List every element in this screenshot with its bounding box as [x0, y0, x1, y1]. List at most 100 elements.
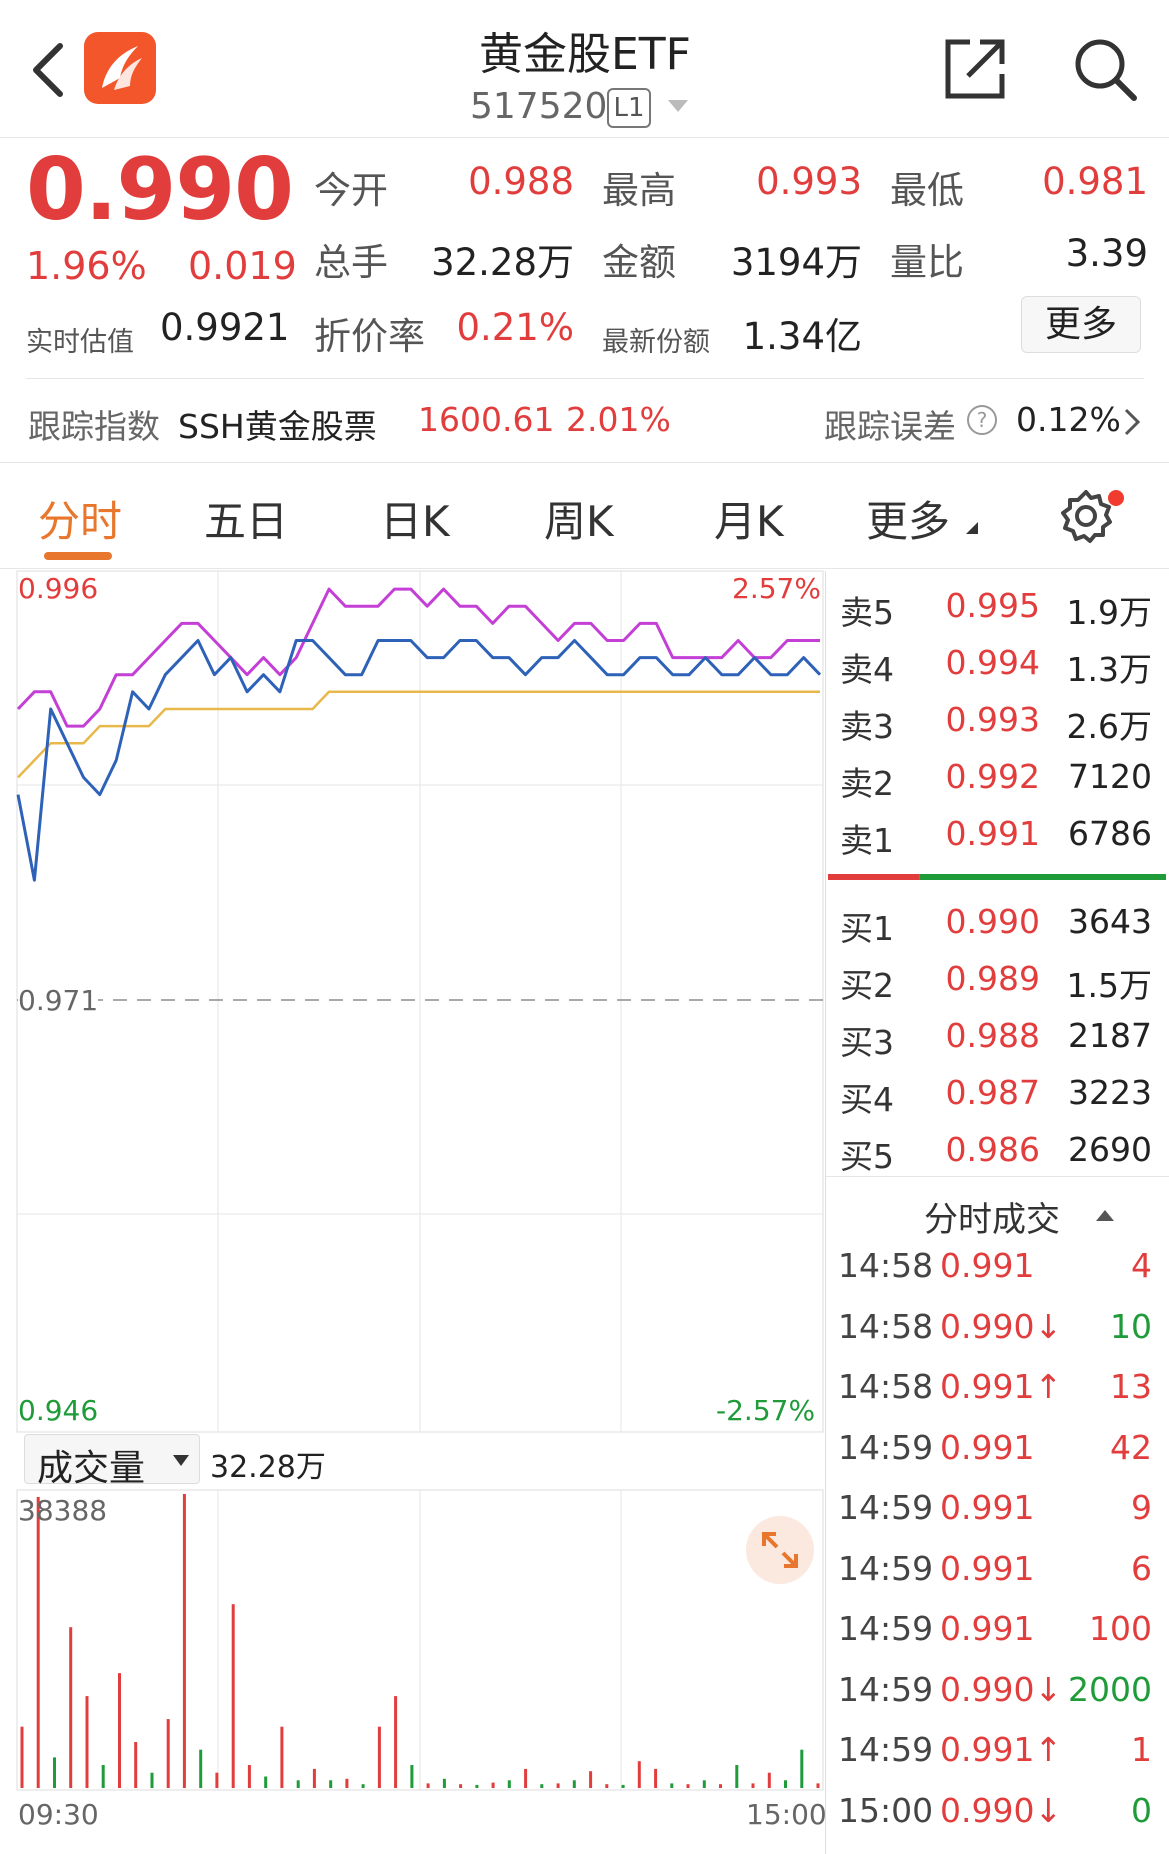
ask-level-label: 卖5 [840, 593, 894, 632]
indicator-dropdown[interactable]: 成交量 [24, 1434, 200, 1489]
expand-icon[interactable] [746, 1516, 814, 1584]
y-axis-top-label: 0.996 [18, 572, 99, 605]
average-series-line [17, 690, 820, 779]
volume-bar [556, 1783, 560, 1788]
low-label: 最低 [890, 169, 964, 212]
ask-level-label: 卖1 [840, 821, 894, 860]
volume-bar [215, 1772, 219, 1788]
stock-code: 517520 [470, 86, 608, 127]
tab-more[interactable]: 更多 [866, 488, 950, 549]
level-badge[interactable]: L1 [607, 88, 651, 128]
volume-bar [719, 1784, 722, 1788]
x-axis-start-label: 09:30 [18, 1798, 99, 1831]
trade-time: 14:58 [838, 1306, 934, 1346]
volume-bar [199, 1749, 203, 1788]
volume-ratio-label: 量比 [890, 241, 964, 284]
tracking-error-value[interactable]: 0.12% [1016, 400, 1121, 439]
trades-title[interactable]: 分时成交 [924, 1192, 1060, 1241]
tab-five-day[interactable]: 五日 [204, 488, 288, 549]
svg-text:?: ? [977, 408, 988, 432]
back-arrow-icon[interactable] [22, 38, 76, 102]
volume-bar [735, 1765, 739, 1788]
bid-volume: 2690 [1068, 1130, 1152, 1169]
bid-level-label: 买2 [840, 966, 894, 1005]
trade-volume: 6 [1131, 1548, 1152, 1588]
volume-bar [459, 1784, 463, 1788]
tab-monthly-k[interactable]: 月K [714, 488, 784, 549]
volume-bar [475, 1784, 479, 1788]
tracking-error-label: 跟踪误差 [824, 407, 956, 446]
volume-bar [118, 1673, 121, 1788]
volume-bar [166, 1719, 170, 1788]
divider [0, 462, 1169, 463]
volume-bar [654, 1768, 658, 1788]
volume-bar [134, 1742, 138, 1788]
ask-volume: 1.9万 [1066, 593, 1152, 632]
chevron-down-icon[interactable] [668, 100, 688, 112]
volume-bar [329, 1780, 333, 1788]
more-button[interactable]: 更多 [1021, 296, 1141, 353]
iopv-label: 实时估值 [26, 327, 134, 358]
volume-bar [247, 1765, 251, 1788]
trade-volume: 2000 [1068, 1669, 1152, 1709]
tab-daily-k[interactable]: 日K [380, 488, 450, 549]
volume-bar [751, 1783, 755, 1788]
volume-bar [36, 1497, 40, 1788]
volume-bar [540, 1784, 544, 1788]
app-logo-icon [84, 32, 156, 104]
tracking-index-label: 跟踪指数 [28, 407, 160, 446]
help-icon[interactable]: ? [966, 404, 998, 436]
trade-volume: 13 [1110, 1367, 1152, 1406]
chevron-right-icon[interactable] [1122, 406, 1142, 438]
search-icon[interactable] [1070, 34, 1140, 104]
ask-level-label: 卖2 [840, 764, 894, 803]
bid-volume: 3643 [1068, 902, 1152, 941]
pct-axis-top-label: 2.57% [732, 572, 821, 605]
tab-weekly-k[interactable]: 周K [544, 488, 614, 549]
volume-bar [361, 1784, 365, 1788]
volume-ratio-value: 3.39 [1065, 232, 1148, 275]
tracking-index-pct: 2.01% [566, 400, 671, 439]
volume-bar [296, 1780, 300, 1788]
volume-bar [426, 1783, 430, 1788]
chevron-up-icon[interactable] [1096, 1210, 1114, 1221]
volume-bar [800, 1749, 804, 1788]
volume-bar [784, 1780, 787, 1788]
trade-volume: 4 [1131, 1246, 1152, 1285]
amount-label: 金额 [602, 241, 676, 284]
gear-icon[interactable] [1058, 488, 1114, 544]
low-value: 0.981 [1042, 160, 1148, 203]
tracking-index-value: 1600.61 [418, 400, 555, 439]
trade-time: 15:00 [838, 1790, 934, 1830]
volume-bar [702, 1780, 706, 1788]
discount-value: 0.21% [456, 306, 574, 349]
ask-level-label: 卖3 [840, 707, 894, 746]
trade-volume: 1 [1131, 1730, 1152, 1769]
volume-bar [605, 1784, 609, 1788]
bid-level-label: 买5 [840, 1137, 894, 1176]
volume-bar [101, 1765, 105, 1788]
volume-bar [816, 1783, 820, 1788]
trade-time: 14:58 [838, 1367, 934, 1406]
change-percent: 1.96% [26, 244, 147, 288]
share-icon[interactable] [940, 34, 1010, 104]
price-series-line [16, 639, 822, 882]
divider [826, 1176, 1169, 1177]
bid-volume: 3223 [1068, 1073, 1152, 1112]
shares-label: 最新份额 [602, 327, 710, 358]
top-bar: 黄金股ETF 517520 L1 [0, 0, 1169, 138]
volume-bar [491, 1782, 495, 1788]
volume-max-label: 38388 [18, 1494, 108, 1527]
volume-bar [150, 1772, 154, 1788]
volume-bar [589, 1771, 593, 1788]
tab-intraday[interactable]: 分时 [38, 488, 122, 549]
volume-bar [20, 1726, 24, 1788]
volume-bar [621, 1784, 625, 1788]
open-label: 今开 [314, 169, 388, 212]
trade-time: 14:59 [838, 1427, 934, 1467]
divider [26, 378, 1144, 379]
shares-value: 1.34亿 [742, 315, 862, 358]
tracking-index-name[interactable]: SSH黄金股票 [178, 400, 377, 448]
ask-level-label: 卖4 [840, 650, 894, 689]
volume-bar [53, 1757, 56, 1788]
